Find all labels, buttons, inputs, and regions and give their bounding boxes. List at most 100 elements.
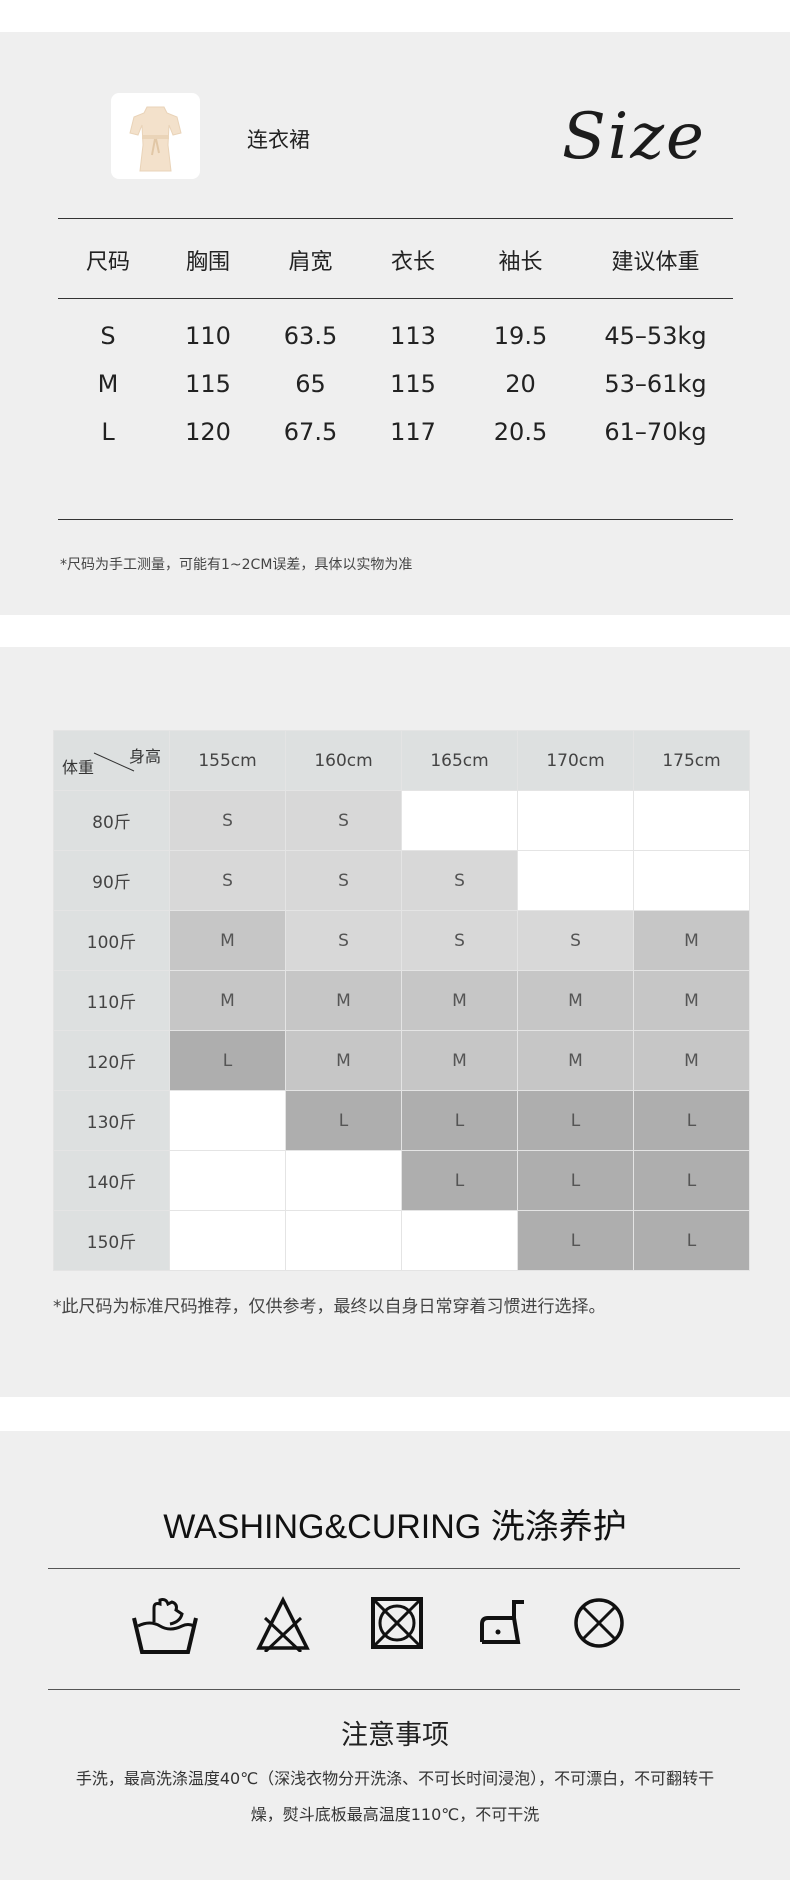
corner-height-label: 身高: [128, 747, 161, 766]
size-cell: L: [517, 1090, 634, 1151]
empty-cell: [633, 850, 750, 911]
weight-header: 90斤: [53, 850, 170, 911]
size-chart-panel: 连衣裙 Size 尺码 胸围 肩宽 衣长 袖长 建议体重 S 110 63.5 …: [0, 32, 790, 615]
hand-wash-icon: [132, 1598, 198, 1654]
table-cell: 120: [185, 418, 231, 446]
recommendation-panel: 体重 身高 155cm 160cm 165cm 170cm 175cm 80斤 S…: [0, 647, 790, 1397]
table-cell: 53–61kg: [604, 370, 707, 398]
weight-header: 140斤: [53, 1150, 170, 1211]
corner-weight-label: 体重: [62, 758, 95, 777]
empty-cell: [169, 1090, 286, 1151]
empty-cell: [169, 1210, 286, 1271]
size-cell: S: [285, 850, 402, 911]
size-cell: S: [169, 850, 286, 911]
size-cell: S: [285, 910, 402, 971]
size-cell: M: [169, 910, 286, 971]
size-cell: L: [285, 1090, 402, 1151]
table-header-rule: [58, 298, 733, 299]
table-cell: 115: [185, 370, 231, 398]
height-header: 175cm: [633, 730, 750, 791]
table-bottom-rule: [58, 519, 733, 520]
notice-title: 注意事项: [341, 1720, 449, 1751]
height-header: 165cm: [401, 730, 518, 791]
header-cell: 胸围: [185, 250, 230, 275]
table-row: L 120 67.5 117 20.5 61–70kg: [58, 418, 733, 446]
weight-header: 130斤: [53, 1090, 170, 1151]
size-cell: L: [517, 1150, 634, 1211]
grid-row: 110斤 M M M M M: [53, 970, 750, 1031]
washing-bottom-rule: [48, 1689, 740, 1690]
size-cell: S: [285, 790, 402, 851]
table-cell: L: [101, 418, 115, 446]
empty-cell: [285, 1210, 402, 1271]
size-cell: M: [633, 970, 750, 1031]
size-cell: M: [517, 970, 634, 1031]
grid-row: 80斤 S S: [53, 790, 750, 851]
dress-image-icon: [129, 106, 182, 172]
grid-row: 120斤 L M M M M: [53, 1030, 750, 1091]
size-cell: L: [401, 1090, 518, 1151]
table-cell: 67.5: [283, 418, 338, 446]
washing-panel: WASHING&CURING 洗涤养护 注意事项 手洗，最高洗涤温度40℃（深浅…: [0, 1431, 790, 1880]
table-cell: 63.5: [283, 322, 338, 350]
size-cell: M: [169, 970, 286, 1031]
table-cell: 45–53kg: [604, 322, 707, 350]
empty-cell: [517, 790, 634, 851]
no-bleach-icon: [256, 1596, 310, 1652]
size-recommendation-table: 体重 身高 155cm 160cm 165cm 170cm 175cm 80斤 S…: [53, 730, 750, 1271]
grid-row: 90斤 S S S: [53, 850, 750, 911]
table-cell: 20: [505, 370, 536, 398]
measurement-note: *尺码为手工测量，可能有1~2CM误差，具体以实物为准: [60, 557, 413, 573]
size-cell: L: [169, 1030, 286, 1091]
washing-title: WASHING&CURING 洗涤养护: [163, 1508, 627, 1546]
empty-cell: [633, 790, 750, 851]
size-cell: L: [517, 1210, 634, 1271]
product-name: 连衣裙: [247, 128, 310, 152]
header-cell: 衣长: [390, 250, 435, 275]
table-cell: 113: [390, 322, 436, 350]
care-icons-row: [0, 1596, 790, 1666]
size-cell: M: [285, 970, 402, 1031]
table-cell: S: [100, 322, 116, 350]
empty-cell: [401, 790, 518, 851]
size-cell: L: [633, 1150, 750, 1211]
size-heading: Size: [562, 100, 706, 174]
notice-text: 手洗，最高洗涤温度40℃（深浅衣物分开洗涤、不可长时间浸泡），不可漂白，不可翻转…: [40, 1761, 750, 1833]
washing-top-rule: [48, 1568, 740, 1569]
table-row: S 110 63.5 113 19.5 45–53kg: [58, 322, 733, 350]
iron-icon: [480, 1600, 524, 1644]
size-cell: M: [401, 970, 518, 1031]
table-cell: 61–70kg: [604, 418, 707, 446]
notice-line: 手洗，最高洗涤温度40℃（深浅衣物分开洗涤、不可长时间浸泡），不可漂白，不可翻转…: [75, 1769, 715, 1788]
size-cell: L: [633, 1090, 750, 1151]
notice-line: 燥，熨斗底板最高温度110℃，不可干洗: [250, 1805, 540, 1824]
table-cell: 19.5: [493, 322, 548, 350]
empty-cell: [401, 1210, 518, 1271]
recommendation-note: *此尺码为标准尺码推荐，仅供参考，最终以自身日常穿着习惯进行选择。: [53, 1297, 606, 1317]
weight-header: 120斤: [53, 1030, 170, 1091]
table-cell: 115: [390, 370, 436, 398]
table-cell: 110: [185, 322, 231, 350]
height-header: 155cm: [169, 730, 286, 791]
header-cell: 肩宽: [288, 250, 333, 275]
size-table-header: 尺码 胸围 肩宽 衣长 袖长 建议体重: [58, 244, 733, 276]
table-row: M 115 65 115 20 53–61kg: [58, 370, 733, 398]
table-cell: 65: [295, 370, 326, 398]
height-header: 170cm: [517, 730, 634, 791]
weight-header: 150斤: [53, 1210, 170, 1271]
grid-row: 100斤 M S S S M: [53, 910, 750, 971]
grid-row: 150斤 L L: [53, 1210, 750, 1271]
weight-header: 110斤: [53, 970, 170, 1031]
size-cell: L: [633, 1210, 750, 1271]
header-cell: 袖长: [498, 250, 543, 275]
no-tumble-dry-icon: [371, 1597, 423, 1649]
header-cell: 建议体重: [611, 250, 700, 275]
size-cell: S: [401, 910, 518, 971]
size-cell: L: [401, 1150, 518, 1211]
grid-header-row: 体重 身高 155cm 160cm 165cm 170cm 175cm: [53, 730, 750, 791]
size-cell: M: [633, 1030, 750, 1091]
grid-corner-cell: 体重 身高: [53, 730, 170, 791]
size-cell: M: [633, 910, 750, 971]
empty-cell: [285, 1150, 402, 1211]
height-header: 160cm: [285, 730, 402, 791]
